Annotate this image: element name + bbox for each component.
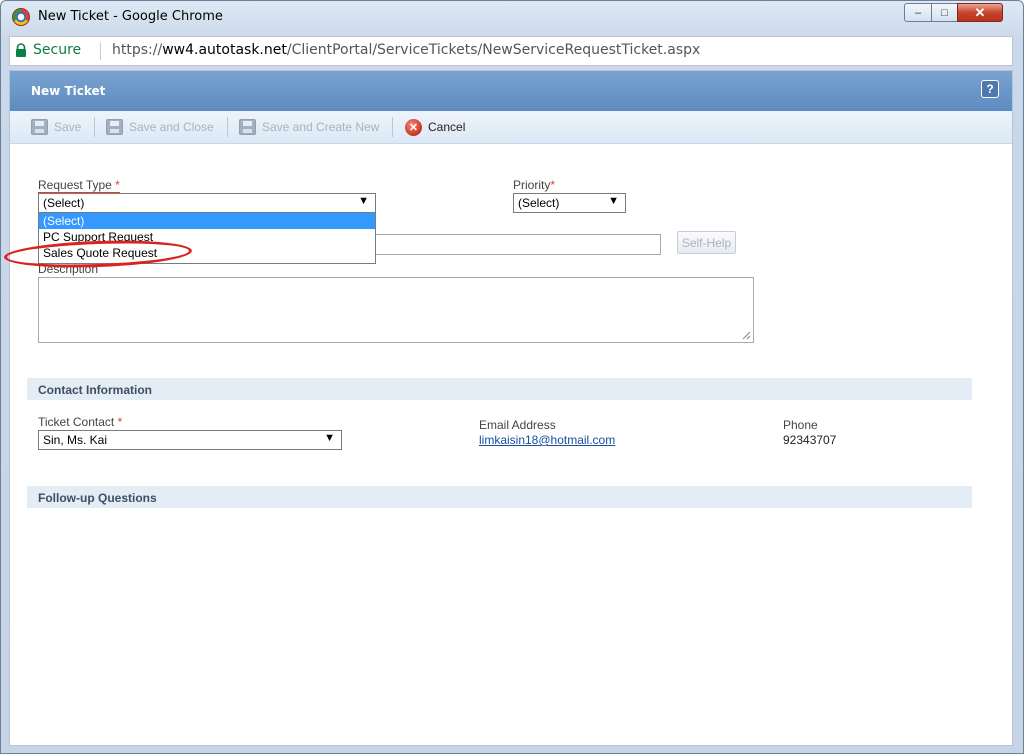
chrome-logo-icon (12, 8, 30, 26)
request-type-label-text: Request Type (38, 178, 112, 192)
dropdown-arrow-icon: ▼ (324, 432, 335, 444)
dropdown-arrow-icon: ▼ (608, 195, 619, 207)
close-window-button[interactable]: ✕ (957, 3, 1003, 22)
request-type-value: (Select) (43, 196, 85, 210)
window-title: New Ticket - Google Chrome (38, 9, 223, 24)
cancel-button[interactable]: ✕ Cancel (405, 118, 465, 136)
dropdown-arrow-icon: ▼ (358, 195, 369, 207)
priority-label-text: Priority (513, 178, 551, 192)
self-help-button[interactable]: Self-Help (677, 231, 736, 254)
ticket-contact-label-text: Ticket Contact (38, 415, 115, 429)
save-and-close-button[interactable]: Save and Close (106, 118, 214, 136)
request-type-label: Request Type * (38, 178, 120, 192)
save-disk-icon (31, 119, 48, 135)
phone-label: Phone (783, 418, 818, 432)
page-header (10, 71, 1012, 111)
toolbar-separator (94, 117, 95, 137)
phone-value: 92343707 (783, 433, 837, 447)
secure-label: Secure (33, 42, 82, 58)
required-mark: * (550, 178, 556, 192)
save-close-disk-icon (106, 119, 123, 135)
url-path: /ClientPortal/ServiceTickets/NewServiceR… (286, 42, 701, 58)
contact-section-bar (27, 378, 972, 400)
request-type-select[interactable]: (Select) ▼ (38, 193, 376, 213)
url-text[interactable]: https://ww4.autotask.net/ClientPortal/Se… (112, 42, 700, 58)
required-mark: * (115, 178, 120, 192)
email-link[interactable]: limkaisin18@hotmail.com (479, 433, 615, 447)
dropdown-option[interactable]: (Select) (39, 213, 375, 229)
url-host: ww4.autotask.net (162, 42, 287, 58)
save-label: Save (54, 120, 82, 134)
page-title: New Ticket (31, 84, 106, 98)
contact-section-title: Contact Information (38, 383, 152, 397)
priority-value: (Select) (518, 196, 560, 210)
toolbar-separator (227, 117, 228, 137)
minimize-button[interactable]: – (904, 3, 932, 22)
priority-select[interactable]: (Select) ▼ (513, 193, 626, 213)
save-and-close-label: Save and Close (129, 120, 214, 134)
ticket-contact-select[interactable]: Sin, Ms. Kai ▼ (38, 430, 342, 450)
ticket-contact-value: Sin, Ms. Kai (43, 433, 108, 447)
cancel-x-icon: ✕ (405, 118, 422, 136)
save-and-create-new-button[interactable]: Save and Create New (239, 118, 379, 136)
save-button[interactable]: Save (31, 118, 81, 136)
followup-section-title: Follow-up Questions (38, 491, 157, 505)
url-prefix: https:// (112, 42, 163, 58)
page-content (9, 70, 1013, 746)
lock-icon (16, 43, 26, 57)
save-new-disk-icon (239, 119, 256, 135)
help-icon[interactable]: ? (981, 80, 999, 98)
address-separator (100, 42, 101, 60)
followup-section-bar (27, 486, 972, 508)
description-textarea[interactable] (38, 277, 754, 343)
cancel-label: Cancel (428, 120, 466, 134)
required-mark: * (117, 415, 123, 429)
email-label: Email Address (479, 418, 556, 432)
toolbar-separator (392, 117, 393, 137)
maximize-button[interactable]: □ (931, 3, 958, 22)
ticket-contact-label: Ticket Contact * (38, 415, 122, 429)
resize-handle-icon[interactable] (742, 331, 751, 340)
priority-label: Priority* (513, 178, 555, 192)
save-and-create-new-label: Save and Create New (262, 120, 380, 134)
